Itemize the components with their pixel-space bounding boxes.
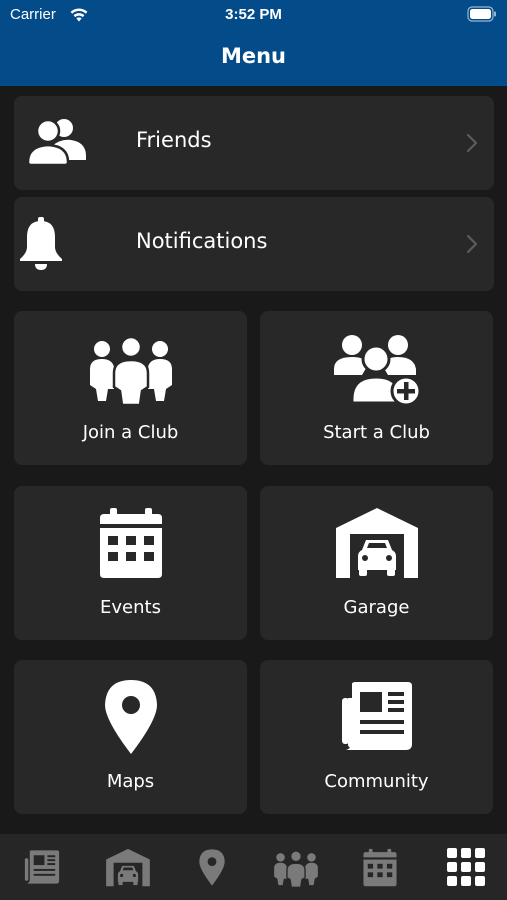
page-title: Menu	[220, 44, 287, 68]
tab-maps[interactable]	[188, 846, 236, 888]
community-tile[interactable]: Community	[260, 660, 493, 814]
friends-icon	[26, 118, 86, 167]
start-club-label: Start a Club	[323, 422, 430, 443]
community-label: Community	[324, 771, 429, 792]
status-time: 3:52 PM	[225, 6, 282, 23]
garage-label: Garage	[343, 597, 410, 618]
garage-icon	[106, 848, 150, 887]
map-pin-icon	[199, 849, 225, 886]
menu-content: Friends Notifications Join a Club Start …	[0, 86, 507, 834]
bell-icon	[20, 217, 62, 270]
calendar-icon	[99, 508, 162, 578]
grid-menu-icon	[447, 848, 485, 886]
maps-label: Maps	[106, 771, 155, 792]
newspaper-icon	[24, 850, 60, 884]
status-bar: Carrier 3:52 PM	[0, 0, 507, 30]
friends-label: Friends	[136, 128, 212, 152]
tab-garage[interactable]	[104, 846, 152, 888]
calendar-icon	[363, 848, 397, 887]
newspaper-icon	[341, 682, 412, 750]
chevron-right-icon	[466, 133, 478, 153]
chevron-right-icon	[466, 234, 478, 254]
start-club-tile[interactable]: Start a Club	[260, 311, 493, 465]
tab-events[interactable]	[356, 846, 404, 888]
people-group-icon	[89, 335, 172, 405]
tab-bar	[0, 834, 507, 900]
garage-icon	[335, 508, 418, 578]
tab-clubs[interactable]	[272, 846, 320, 888]
notifications-label: Notifications	[136, 229, 268, 253]
garage-tile[interactable]: Garage	[260, 486, 493, 640]
map-pin-icon	[104, 680, 157, 754]
header: Carrier 3:52 PM Menu	[0, 0, 507, 86]
tab-menu[interactable]	[442, 846, 490, 888]
tab-community[interactable]	[18, 846, 66, 888]
battery-icon	[467, 6, 496, 22]
friends-row[interactable]: Friends	[14, 96, 494, 190]
notifications-row[interactable]: Notifications	[14, 197, 494, 291]
events-tile[interactable]: Events	[14, 486, 247, 640]
events-label: Events	[100, 597, 161, 618]
join-club-tile[interactable]: Join a Club	[14, 311, 247, 465]
maps-tile[interactable]: Maps	[14, 660, 247, 814]
people-group-icon	[274, 850, 318, 888]
join-club-label: Join a Club	[82, 422, 179, 443]
add-group-icon	[333, 335, 421, 405]
